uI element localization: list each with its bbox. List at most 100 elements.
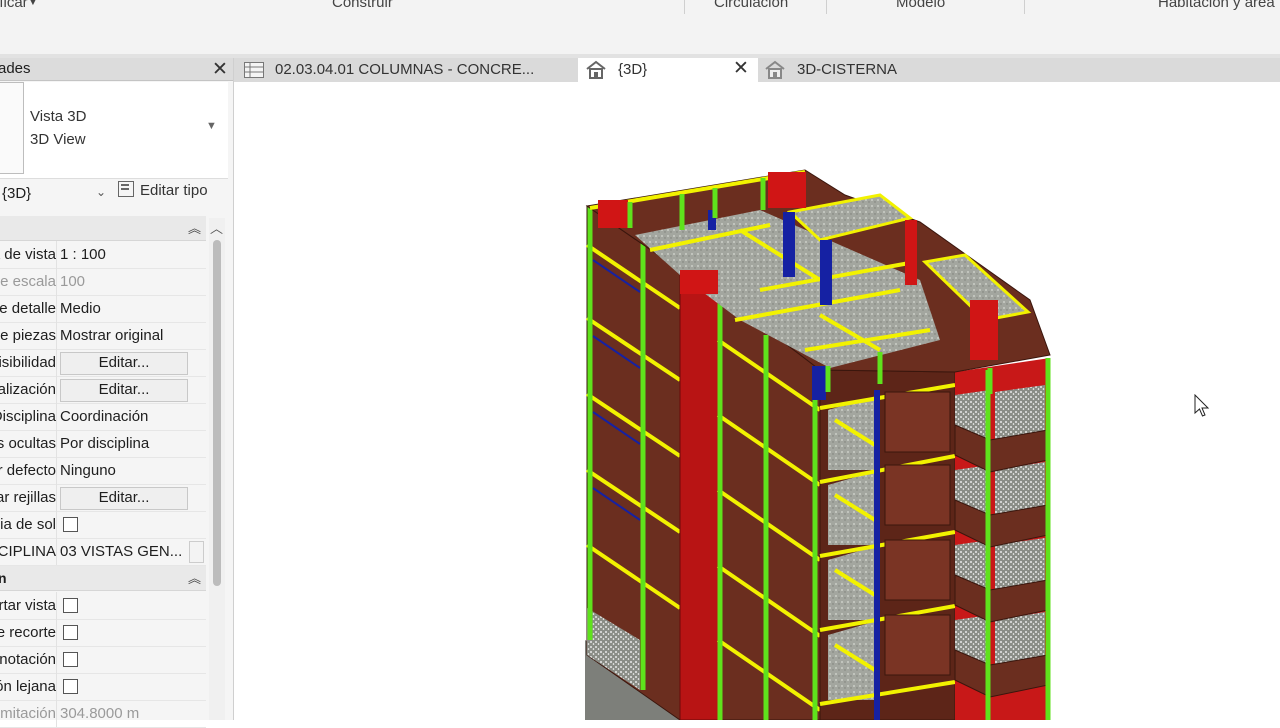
property-label: Distancia de delimitación <box>0 705 56 722</box>
ribbon-group-modify[interactable]: ificar <box>0 0 28 11</box>
property-value: 100 <box>60 273 86 290</box>
edit-type-label: Editar tipo <box>140 182 208 199</box>
far-clip-checkbox[interactable] <box>63 679 78 694</box>
building-3d-model[interactable] <box>236 82 1280 721</box>
edit-button[interactable]: Editar... <box>60 487 188 510</box>
property-value[interactable]: Ninguno <box>60 462 116 479</box>
scrollbar-thumb[interactable] <box>213 240 221 586</box>
property-label: Disciplina <box>0 408 56 425</box>
tab-3d-cisterna[interactable]: 3D-CISTERNA <box>760 58 980 82</box>
chevron-down-icon[interactable]: ⌄ <box>96 185 106 199</box>
close-icon[interactable]: ✕ <box>733 57 749 80</box>
property-value[interactable]: Coordinación <box>60 408 148 425</box>
instance-selector-value: {3D} <box>2 185 32 202</box>
property-label: Escala de vista <box>0 246 56 263</box>
property-label: Nivel de detalle <box>0 300 56 317</box>
property-row[interactable]: Región de recorte <box>0 619 206 647</box>
chevron-down-icon[interactable]: ▼ <box>206 120 217 132</box>
ribbon: ificar ▼ Construir Circulación Modelo Ha… <box>0 0 1280 55</box>
section-header-graphics[interactable]: ︽ <box>0 216 206 241</box>
close-icon[interactable]: ✕ <box>212 58 228 81</box>
edit-button[interactable]: Editar... <box>60 352 188 375</box>
property-row[interactable]: Color por defecto Ninguno <box>0 457 206 485</box>
tab-label: 02.03.04.01 COLUMNAS - CONCRE... <box>275 61 535 78</box>
ribbon-group-circulation[interactable]: Circulación <box>714 0 788 11</box>
property-row[interactable]: Mostrar rejillas Editar... <box>0 484 206 512</box>
section-label: n <box>0 570 7 586</box>
edit-type-icon <box>118 181 134 197</box>
crop-view-checkbox[interactable] <box>63 598 78 613</box>
ribbon-divider <box>826 0 827 14</box>
property-label: Mostrar líneas ocultas <box>0 435 56 452</box>
property-row: Distancia de delimitación 304.8000 m <box>0 700 206 728</box>
schedule-icon <box>244 62 264 78</box>
tab-label: 3D-CISTERNA <box>797 61 898 78</box>
property-label: Valor de escala <box>0 273 56 290</box>
property-label: Recortar vista <box>0 597 56 614</box>
section-header-extents[interactable]: n ︽ <box>0 566 206 591</box>
properties-title-bar: ades <box>0 58 233 81</box>
property-label: Modificaciones de visibilidad <box>0 354 56 371</box>
property-row[interactable]: Escala de vista 1 : 100 <box>0 241 206 269</box>
properties-scrollbar[interactable]: ︿ <box>209 218 225 720</box>
property-row[interactable]: Delimitación lejana <box>0 673 206 701</box>
property-row[interactable]: Trayectoria de sol <box>0 511 206 539</box>
ribbon-divider <box>684 0 685 14</box>
property-value[interactable]: Mostrar original <box>60 327 163 344</box>
properties-palette: ades ✕ Vista 3D 3D View ▼ {3D} ⌄ Editar … <box>0 58 234 728</box>
property-value[interactable]: 1 : 100 <box>60 246 106 263</box>
ribbon-group-room-area[interactable]: Habitación y área <box>1158 0 1275 11</box>
property-row[interactable]: SUBDISCIPLINA 03 VISTAS GEN... <box>0 538 206 566</box>
ribbon-divider <box>1024 0 1025 14</box>
property-row[interactable]: Región de anotación <box>0 646 206 674</box>
property-label: Región de recorte <box>0 624 56 641</box>
instance-selector[interactable]: {3D} ⌄ <box>0 181 112 207</box>
properties-title: ades <box>0 60 31 77</box>
property-value[interactable]: 03 VISTAS GEN... <box>60 543 182 560</box>
mouse-cursor-icon <box>1194 394 1210 417</box>
shear-wall <box>679 269 719 721</box>
collapse-icon[interactable]: ︽ <box>188 218 201 237</box>
property-label: Delimitación lejana <box>0 678 56 695</box>
property-label: Visibilidad de piezas <box>0 327 56 344</box>
property-value[interactable]: Por disciplina <box>60 435 149 452</box>
3d-view-canvas[interactable] <box>236 82 1280 721</box>
value-browse-button[interactable] <box>189 541 204 563</box>
type-selector[interactable]: Vista 3D 3D View ▼ <box>0 82 228 179</box>
ribbon-group-build[interactable]: Construir <box>332 0 393 11</box>
property-label: Región de anotación <box>0 651 56 668</box>
type-name: 3D View <box>30 131 86 148</box>
property-label: Opciones de visualización <box>0 381 56 398</box>
property-row[interactable]: Visibilidad de piezas Mostrar original <box>0 322 206 350</box>
home-3d-icon <box>765 60 785 79</box>
ribbon-group-model[interactable]: Modelo <box>896 0 945 11</box>
chevron-down-icon[interactable]: ▼ <box>27 0 39 8</box>
property-label: Color por defecto <box>0 462 56 479</box>
property-label: SUBDISCIPLINA <box>0 543 56 560</box>
edit-type-button[interactable]: Editar tipo <box>118 181 208 207</box>
property-row[interactable]: Nivel de detalle Medio <box>0 295 206 323</box>
property-value[interactable]: Medio <box>60 300 101 317</box>
tab-3d[interactable]: {3D} ✕ <box>578 58 758 82</box>
view-tab-bar: 02.03.04.01 COLUMNAS - CONCRE... {3D} ✕ … <box>234 58 1280 82</box>
type-thumbnail <box>0 82 24 174</box>
edit-button[interactable]: Editar... <box>60 379 188 402</box>
property-row[interactable]: Modificaciones de visibilidad Editar... <box>0 349 206 377</box>
property-row: Valor de escala 100 <box>0 268 206 296</box>
property-label: Mostrar rejillas <box>0 489 56 506</box>
property-row[interactable]: Recortar vista <box>0 592 206 620</box>
property-row[interactable]: Mostrar líneas ocultas Por disciplina <box>0 430 206 458</box>
property-value: 304.8000 m <box>60 705 140 722</box>
annotation-crop-checkbox[interactable] <box>63 652 78 667</box>
property-row[interactable]: Opciones de visualización Editar... <box>0 376 206 404</box>
type-family-name: Vista 3D <box>30 108 87 125</box>
crop-region-checkbox[interactable] <box>63 625 78 640</box>
home-3d-icon <box>586 60 606 79</box>
sun-path-checkbox[interactable] <box>63 517 78 532</box>
tab-label: {3D} <box>618 61 648 78</box>
property-row[interactable]: Disciplina Coordinación <box>0 403 206 431</box>
property-label: Trayectoria de sol <box>0 516 56 533</box>
scroll-up-icon[interactable]: ︿ <box>210 218 223 237</box>
tab-columns-schedule[interactable]: 02.03.04.01 COLUMNAS - CONCRE... <box>234 58 574 82</box>
collapse-icon[interactable]: ︽ <box>188 568 201 587</box>
